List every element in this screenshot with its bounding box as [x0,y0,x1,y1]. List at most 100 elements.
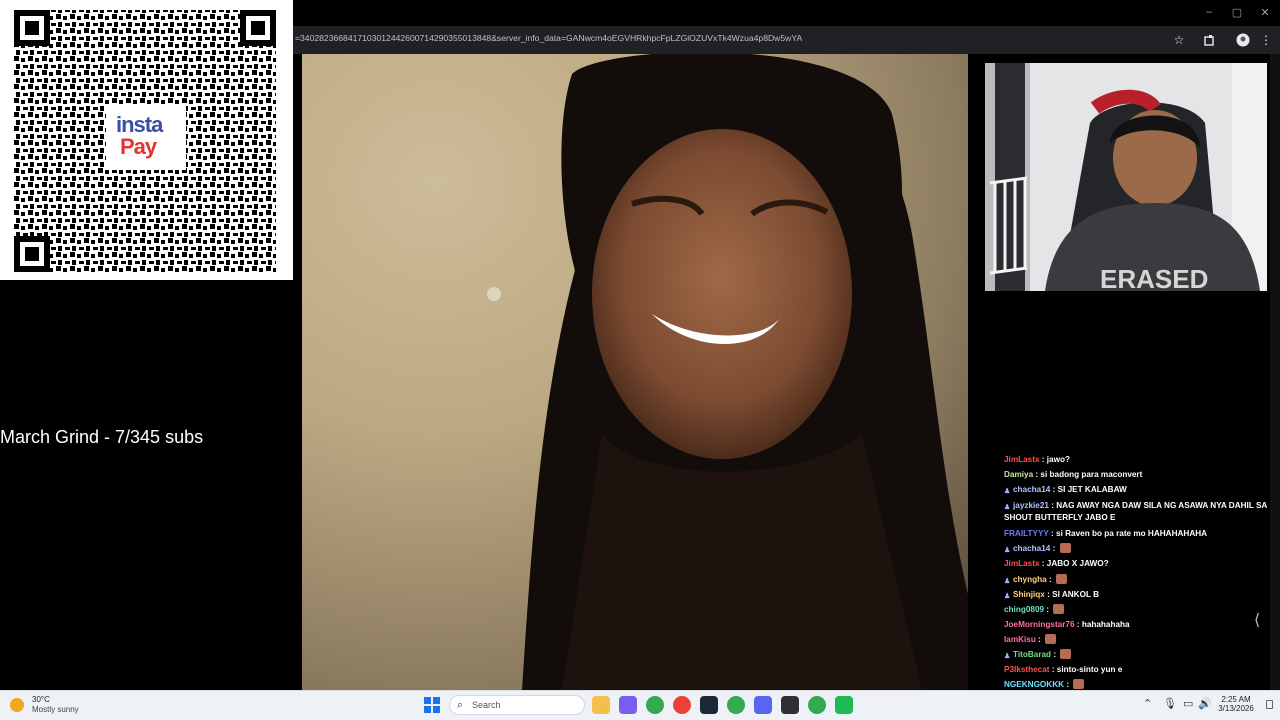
chat-message: JimLastx : JABO X JAWO? [1004,556,1280,571]
chat-emote-icon [1060,649,1072,660]
webcam-image: ERASED [985,63,1267,291]
left-overlay-panel [0,280,302,690]
chat-text: sinto-sinto yun e [1056,665,1123,675]
chat-emote-icon [1073,679,1085,690]
chat-message: IamKisu : [1004,632,1280,647]
sun-icon [10,698,24,712]
spotify-like-icon[interactable] [835,696,853,714]
streamer-webcam: ERASED [985,63,1267,291]
subscriber-badge-icon: ♟ [1004,547,1011,555]
weather-temperature: 30°C [32,695,50,704]
start-button[interactable] [424,697,440,713]
browser-menu-icon[interactable]: ⋮ [1257,31,1275,49]
chat-username: P3lksthecat [1004,665,1050,675]
chat-message: ♟ TitoBarad : [1004,647,1280,662]
chat-text: hahahahaha [1081,619,1130,629]
chrome-icon[interactable] [673,696,691,714]
bookmark-star-icon[interactable]: ☆ [1170,31,1188,49]
url-text[interactable]: =340282366841710301244260071429035501384… [295,33,1155,47]
chrome-profile-3-icon[interactable] [808,696,826,714]
chat-username: JimLastx [1004,455,1040,464]
chat-text: si badong para maconvert [1040,470,1143,480]
chat-message: P3lksthecat : sinto-sinto yun e [1004,662,1280,677]
video-person-image [487,54,968,690]
profile-avatar-icon[interactable] [1234,31,1252,49]
close-window-button[interactable]: ✕ [1250,0,1280,24]
chat-separator: : [1074,619,1082,629]
chat-username: NGEKNGOKKK [1004,680,1065,690]
chat-message: ♟ chacha14 : SI JET KALABAW [1004,482,1280,497]
chat-username: chacha14 [1013,485,1051,495]
chat-username: Damiya [1004,470,1034,480]
chat-username: IamKisu [1004,634,1036,644]
chat-emote-icon [1055,573,1067,584]
file-explorer-icon[interactable] [592,696,610,714]
steam-icon[interactable] [700,696,718,714]
chat-text: si Raven bo pa rate mo HAHAHAHAHA [1056,529,1208,539]
chat-message: ching0809 : [1004,602,1280,617]
chat-separator: : [1048,529,1057,539]
chat-separator: : [1035,634,1044,644]
search-placeholder: Search [472,700,501,710]
weather-widget[interactable]: 30°C Mostly sunny [10,695,100,715]
subscriber-badge-icon: ♟ [1004,577,1011,585]
sub-goal-text: March Grind - 7/345 subs [0,427,204,447]
network-icon[interactable]: ▭ [1183,697,1193,710]
chrome-profile-1-icon[interactable] [646,696,664,714]
chat-overlay: JimLastx : jawo? Damiya : si badong para … [1004,452,1280,690]
chat-username: JoeMorningstar76 [1004,619,1075,629]
chat-username: FRAILTYYY [1004,529,1049,539]
shirt-text: ERASED [1100,264,1208,291]
chat-separator: : [1050,485,1058,495]
minimize-button[interactable]: – [1194,0,1224,24]
extensions-icon[interactable] [1201,31,1219,49]
instapay-logo-bottom: Pay [120,134,157,159]
qr-code-panel: insta Pay [0,0,293,280]
chat-message: ♟ chacha14 : [1004,541,1280,556]
notification-icon[interactable] [1266,700,1273,709]
search-icon: ⌕ [457,699,464,711]
chat-username: TitoBarad [1013,650,1052,660]
chrome-profile-2-icon[interactable] [727,696,745,714]
discord-icon[interactable] [754,696,772,714]
chat-emote-icon [1053,603,1065,614]
subscriber-badge-icon: ♟ [1004,488,1011,496]
microphone-icon[interactable]: 🎙 [1163,697,1177,710]
chat-message: Damiya : si badong para maconvert [1004,467,1280,482]
chat-text: SI JET KALABAW [1057,485,1127,495]
volume-icon[interactable]: 🔊 [1198,697,1212,710]
taskbar-search[interactable]: ⌕ Search [449,695,585,715]
maximize-button[interactable]: ▢ [1222,0,1252,24]
chat-separator: : [1039,559,1047,569]
copilot-icon[interactable] [619,696,637,714]
subscriber-badge-icon: ♟ [1004,653,1011,661]
clock-date: 3/13/2026 [1218,704,1254,713]
chat-text: JABO X JAWO? [1046,559,1109,569]
subscriber-badge-icon: ♟ [1004,592,1011,600]
chat-separator: : [1039,455,1047,464]
obs-icon[interactable] [781,696,799,714]
chat-separator: : [1046,574,1054,584]
clock-time: 2:25 AM [1221,695,1251,704]
chat-username: chacha14 [1013,544,1051,554]
subscriber-badge-icon: ♟ [1004,504,1011,512]
chat-separator: : [1050,544,1058,554]
main-video-feed [302,54,968,690]
clock[interactable]: 2:25 AM 3/13/2026 [1216,695,1256,713]
chat-message: JimLastx : jawo? [1004,452,1280,467]
chat-username: jayzkie21 [1013,501,1049,511]
chat-username: JimLastx [1004,559,1040,569]
chat-username: ching0809 [1004,604,1045,614]
chat-message: JoeMorningstar76 : hahahahaha [1004,617,1280,632]
chat-separator: : [1051,650,1059,660]
chat-message: FRAILTYYY : si Raven bo pa rate mo HAHAH… [1004,526,1280,541]
weather-condition: Mostly sunny [32,705,79,714]
chat-emote-icon [1045,633,1057,644]
windows-icon [424,697,440,713]
tray-chevron-icon[interactable]: ⌃ [1143,697,1152,710]
chat-username: chyngha [1013,574,1047,584]
chat-text: jawo? [1046,455,1070,464]
chat-message: ♟ chyngha : [1004,572,1280,587]
chat-message: ♟ Shinjiqx : SI ANKOL B [1004,587,1280,602]
chat-username: Shinjiqx [1013,589,1045,599]
